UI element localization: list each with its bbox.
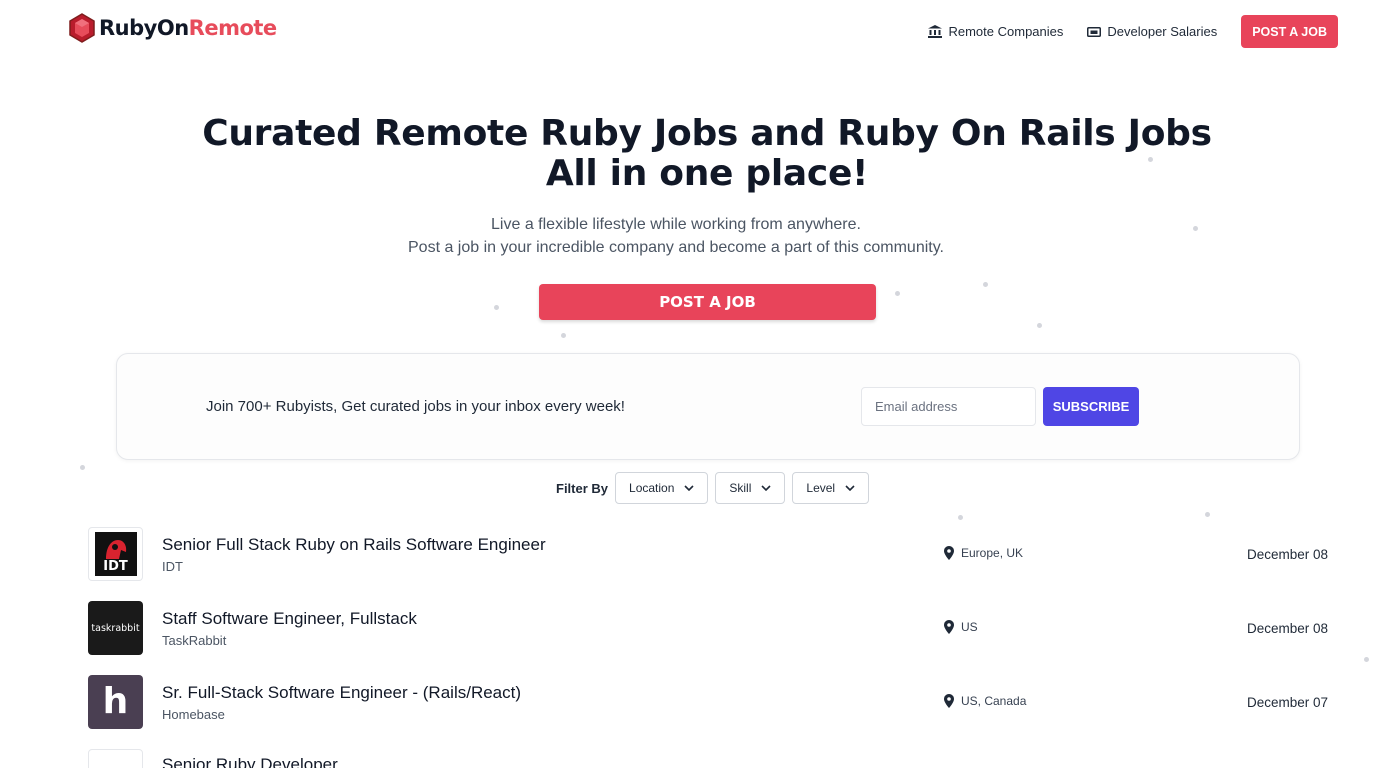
filter-location-dropdown[interactable]: Location — [615, 472, 709, 504]
job-date: December 07 — [1246, 695, 1328, 710]
chevron-down-icon — [845, 485, 855, 491]
nav-remote-companies[interactable]: Remote Companies — [928, 24, 1063, 39]
snow-dot — [1364, 657, 1369, 662]
hero-subtitle-line1: Live a flexible lifestyle while working … — [491, 216, 861, 233]
taskrabbit-logo-text: taskrabbit — [91, 622, 140, 634]
job-company: TaskRabbit — [162, 633, 227, 648]
filter-label: Filter By — [556, 480, 609, 496]
job-row[interactable]: taskrabbit Staff Software Engineer, Full… — [88, 594, 1328, 655]
filter-skill-label: Skill — [729, 481, 752, 495]
snow-dot — [1205, 512, 1210, 517]
filter-bar: Filter By Location Skill Level — [556, 472, 870, 504]
job-title[interactable]: Sr. Full-Stack Software Engineer - (Rail… — [162, 683, 521, 703]
job-title[interactable]: Senior Full Stack Ruby on Rails Software… — [162, 535, 546, 555]
filter-skill-dropdown[interactable]: Skill — [715, 472, 786, 504]
logo-text-primary: RubyOn — [99, 16, 189, 40]
job-date: December 08 — [1246, 547, 1328, 562]
job-row[interactable]: IDT Senior Full Stack Ruby on Rails Soft… — [88, 520, 1328, 581]
snow-dot — [561, 333, 566, 338]
nav-developer-salaries-label: Developer Salaries — [1107, 24, 1218, 39]
email-input[interactable] — [861, 387, 1036, 426]
site-header: RubyOnRemote Remote Companies Developer … — [0, 0, 1400, 62]
main-nav: Remote Companies Developer Salaries POST… — [928, 15, 1338, 48]
job-row[interactable]: h Sr. Full-Stack Software Engineer - (Ra… — [88, 668, 1328, 729]
logo-text-accent: Remote — [188, 16, 278, 40]
hero-title: Curated Remote Ruby Jobs and Ruby On Rai… — [0, 114, 1400, 194]
snow-dot — [494, 305, 499, 310]
company-logo-icon — [88, 749, 143, 768]
newsletter-text: Join 700+ Rubyists, Get curated jobs in … — [206, 398, 625, 415]
job-date: December 08 — [1246, 621, 1328, 636]
idt-logo-icon: IDT — [88, 527, 143, 581]
job-location-text: US, Canada — [961, 694, 1027, 708]
hero-post-job-button[interactable]: POST A JOB — [539, 284, 876, 320]
map-pin-icon — [944, 546, 954, 560]
snow-dot — [983, 282, 988, 287]
homebase-logo-text: h — [102, 681, 129, 722]
snow-dot — [895, 291, 900, 296]
job-company: Homebase — [162, 707, 225, 722]
money-icon — [1087, 26, 1102, 37]
job-title[interactable]: Senior Ruby Developer — [162, 755, 338, 768]
chevron-down-icon — [761, 485, 771, 491]
header-post-job-button[interactable]: POST A JOB — [1241, 15, 1338, 48]
nav-developer-salaries[interactable]: Developer Salaries — [1087, 24, 1217, 39]
chevron-down-icon — [684, 485, 694, 491]
job-location-text: Europe, UK — [961, 546, 1024, 560]
snow-dot — [80, 465, 85, 470]
filter-level-dropdown[interactable]: Level — [792, 472, 870, 504]
job-location: US — [944, 620, 978, 634]
job-location: US, Canada — [944, 694, 1026, 708]
homebase-logo-icon: h — [88, 675, 143, 729]
filter-location-label: Location — [629, 481, 675, 495]
map-pin-icon — [944, 620, 954, 634]
hero-subtitle: Live a flexible lifestyle while working … — [0, 213, 1352, 259]
job-location: Europe, UK — [944, 546, 1023, 560]
subscribe-button[interactable]: SUBSCRIBE — [1043, 387, 1139, 426]
hero-title-line2: All in one place! — [545, 153, 869, 194]
newsletter-box: Join 700+ Rubyists, Get curated jobs in … — [116, 353, 1300, 460]
filter-level-label: Level — [806, 481, 836, 495]
taskrabbit-logo-icon: taskrabbit — [88, 601, 143, 655]
map-pin-icon — [944, 694, 954, 708]
job-title[interactable]: Staff Software Engineer, Fullstack — [162, 609, 417, 629]
bank-icon — [928, 25, 943, 38]
job-company: IDT — [162, 559, 183, 574]
job-row[interactable]: Senior Ruby Developer — [88, 742, 1328, 768]
job-location-text: US — [961, 620, 978, 634]
nav-remote-companies-label: Remote Companies — [948, 24, 1064, 39]
hero-subtitle-line2: Post a job in your incredible company an… — [408, 239, 944, 256]
snow-dot — [1037, 323, 1042, 328]
ruby-logo-icon — [69, 13, 95, 43]
site-logo[interactable]: RubyOnRemote — [68, 13, 277, 43]
idt-logo-text: IDT — [103, 559, 128, 574]
hero-title-line1: Curated Remote Ruby Jobs and Ruby On Rai… — [202, 113, 1212, 154]
